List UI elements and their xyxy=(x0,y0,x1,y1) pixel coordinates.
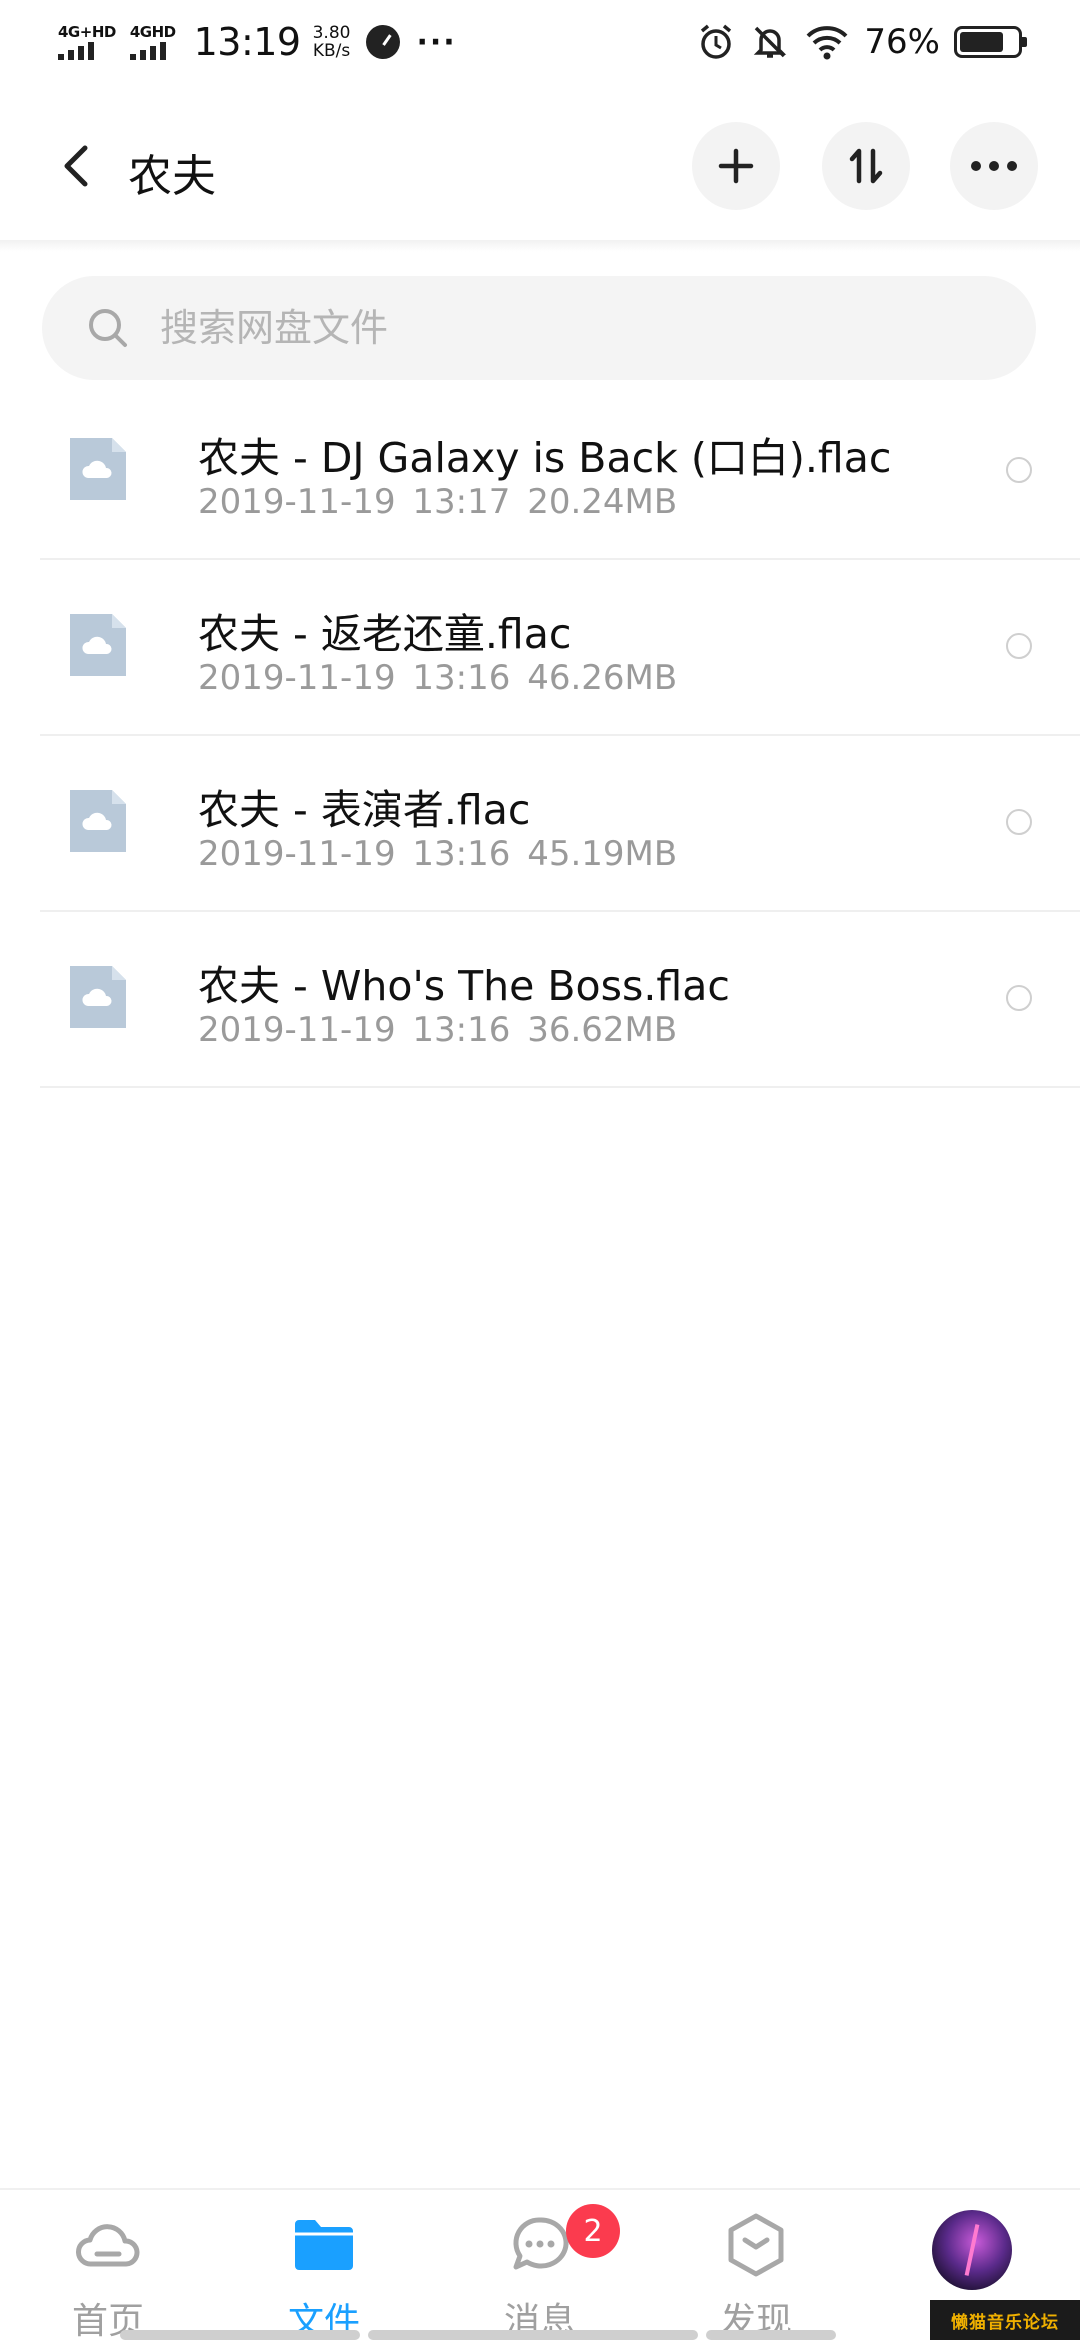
search-icon xyxy=(89,309,127,347)
cloud-file-icon xyxy=(70,790,126,852)
more-dots-icon xyxy=(971,161,1017,171)
chevron-left-icon xyxy=(64,145,88,187)
cloud-file-icon xyxy=(70,438,126,500)
file-list: 农夫 - DJ Galaxy is Back (口白).flac 2019-11… xyxy=(40,384,1080,1088)
header-divider xyxy=(0,240,1080,252)
nav-discover[interactable]: 发现 xyxy=(686,2210,826,2340)
select-checkbox[interactable] xyxy=(1006,457,1032,483)
select-checkbox[interactable] xyxy=(1006,633,1032,659)
signal-bars-icon xyxy=(129,42,166,60)
file-size: 46.26MB xyxy=(527,658,678,698)
sort-icon xyxy=(849,148,883,184)
signal-bars-icon xyxy=(58,42,94,60)
home-indicator xyxy=(120,2330,840,2340)
discover-cube-icon xyxy=(728,2213,784,2277)
file-row[interactable]: 农夫 - 返老还童.flac 2019-11-19 13:16 46.26MB xyxy=(40,560,1080,736)
file-row[interactable]: 农夫 - DJ Galaxy is Back (口白).flac 2019-11… xyxy=(40,384,1080,560)
file-meta: 2019-11-19 13:16 46.26MB xyxy=(198,658,677,698)
search-input[interactable] xyxy=(160,306,940,350)
cloud-file-icon xyxy=(70,614,126,676)
search-bar[interactable] xyxy=(42,276,1036,380)
file-date: 2019-11-19 xyxy=(198,834,396,874)
sim1-label: 4G+HD xyxy=(58,23,116,41)
page-title: 农夫 xyxy=(128,151,216,202)
mute-bell-icon xyxy=(754,26,787,58)
signal-sim2: 4GHD xyxy=(129,23,176,60)
file-time: 13:17 xyxy=(412,482,511,522)
alarm-icon xyxy=(701,24,732,59)
file-time: 13:16 xyxy=(412,834,511,874)
folder-icon xyxy=(295,2220,353,2270)
network-speed-value: 3.80 xyxy=(312,23,351,43)
more-notifications-icon: ··· xyxy=(416,24,457,60)
signal-sim1: 4G+HD xyxy=(58,24,116,60)
select-checkbox[interactable] xyxy=(1006,985,1032,1011)
file-name: 农夫 - Who's The Boss.flac xyxy=(198,962,730,1010)
file-row[interactable]: 农夫 - 表演者.flac 2019-11-19 13:16 45.19MB xyxy=(40,736,1080,912)
file-name: 农夫 - 返老还童.flac xyxy=(198,610,572,658)
file-time: 13:16 xyxy=(412,658,511,698)
chat-bubble-icon xyxy=(513,2217,569,2270)
back-button[interactable] xyxy=(48,138,104,194)
cloud-file-icon xyxy=(70,966,126,1028)
cloud-home-icon xyxy=(76,2224,140,2267)
battery-percent: 76% xyxy=(864,22,940,62)
file-date: 2019-11-19 xyxy=(198,482,396,522)
messages-badge: 2 xyxy=(566,2204,620,2258)
status-right: 76% xyxy=(682,22,1027,62)
sort-button[interactable] xyxy=(822,122,910,210)
bottom-nav: 首页 文件 消息 2 发现 xyxy=(0,2188,1080,2340)
plus-icon xyxy=(718,148,754,184)
file-name: 农夫 - DJ Galaxy is Back (口白).flac xyxy=(198,434,892,482)
file-size: 45.19MB xyxy=(527,834,678,874)
file-size: 20.24MB xyxy=(527,482,678,522)
file-time: 13:16 xyxy=(412,1010,511,1050)
file-size: 36.62MB xyxy=(527,1010,678,1050)
file-name: 农夫 - 表演者.flac xyxy=(198,786,531,834)
sim2-label: 4GHD xyxy=(129,23,176,41)
battery-icon xyxy=(954,26,1027,58)
gauge-icon xyxy=(366,25,401,59)
nav-home[interactable]: 首页 xyxy=(38,2210,178,2340)
nav-files[interactable]: 文件 xyxy=(254,2210,394,2340)
more-button[interactable] xyxy=(950,122,1038,210)
status-time: 13:19 xyxy=(193,20,302,64)
file-date: 2019-11-19 xyxy=(198,1010,396,1050)
network-speed-unit: KB/s xyxy=(312,41,351,61)
add-button[interactable] xyxy=(692,122,780,210)
select-checkbox[interactable] xyxy=(1006,809,1032,835)
status-bar: 4G+HD 4GHD 13:19 3.80 KB/s ··· 76% xyxy=(0,0,1080,84)
watermark: 懒猫音乐论坛 xyxy=(930,2300,1080,2340)
wifi-icon xyxy=(807,26,848,60)
battery-fill xyxy=(960,32,1003,52)
file-meta: 2019-11-19 13:16 36.62MB xyxy=(198,1010,677,1050)
app-header: 农夫 xyxy=(0,118,1080,214)
file-meta: 2019-11-19 13:17 20.24MB xyxy=(198,482,677,522)
file-meta: 2019-11-19 13:16 45.19MB xyxy=(198,834,677,874)
avatar[interactable] xyxy=(932,2210,1012,2290)
network-speed: 3.80 KB/s xyxy=(313,24,351,60)
file-date: 2019-11-19 xyxy=(198,658,396,698)
status-left: 4G+HD 4GHD 13:19 3.80 KB/s ··· xyxy=(58,20,457,64)
file-row[interactable]: 农夫 - Who's The Boss.flac 2019-11-19 13:1… xyxy=(40,912,1080,1088)
